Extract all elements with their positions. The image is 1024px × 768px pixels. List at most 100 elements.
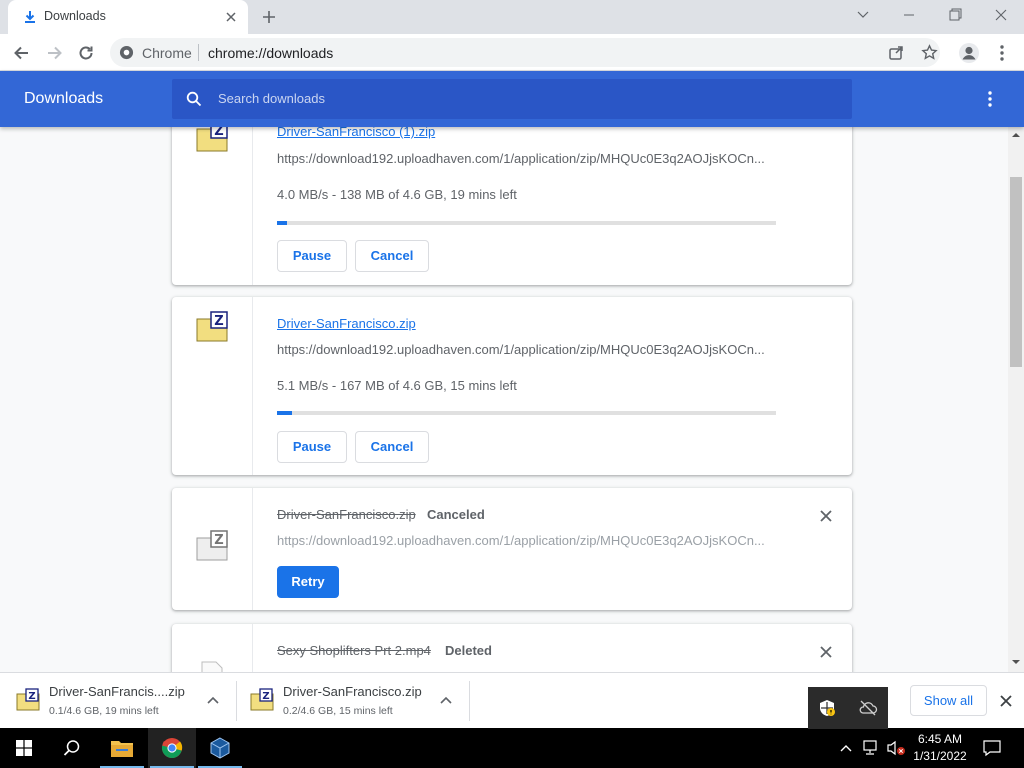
clock-time: 6:45 AM [917, 732, 963, 746]
progress-text: 5.1 MB/s - 167 MB of 4.6 GB, 15 mins lef… [277, 378, 517, 393]
chevron-up-icon[interactable] [206, 694, 220, 708]
download-item: Z Driver-SanFrancisco.zip https://downlo… [172, 297, 852, 475]
browser-toolbar: Chrome chrome://downloads [0, 34, 1024, 71]
notification-icon[interactable] [982, 739, 1002, 757]
folder-icon [111, 741, 133, 757]
file-name-link[interactable]: Driver-SanFrancisco.zip [277, 316, 416, 331]
pause-button[interactable]: Pause [277, 240, 347, 272]
remove-item-icon[interactable] [818, 644, 834, 660]
restore-icon[interactable] [940, 4, 970, 26]
shelf-file-status: 0.2/4.6 GB, 15 mins left [283, 705, 393, 717]
back-icon[interactable] [11, 42, 33, 64]
chrome-site-icon [119, 45, 134, 60]
cloud-offline-icon[interactable] [858, 699, 878, 717]
shelf-item[interactable]: Z Driver-SanFrancisco.zip 0.2/4.6 GB, 15… [234, 673, 468, 729]
profile-avatar-icon[interactable] [958, 42, 980, 64]
minimize-icon[interactable] [894, 4, 924, 26]
volume-muted-icon[interactable] [886, 740, 906, 756]
cancel-button[interactable]: Cancel [355, 240, 429, 272]
bookmark-star-icon[interactable] [921, 44, 938, 61]
tray-overflow-flyout [808, 687, 888, 729]
taskbar-clock[interactable]: 6:45 AM 1/31/2022 [910, 731, 970, 765]
file-name-link[interactable]: Driver-SanFrancisco (1).zip [277, 127, 435, 139]
svg-text:Z: Z [214, 127, 223, 139]
reload-icon[interactable] [75, 42, 97, 64]
virtualbox-taskbar-button[interactable] [196, 728, 244, 768]
address-bar[interactable]: Chrome chrome://downloads [110, 38, 940, 67]
search-placeholder: Search downloads [218, 91, 325, 106]
svg-text:Z: Z [214, 314, 223, 329]
file-explorer-taskbar-button[interactable] [98, 728, 146, 768]
zip-file-icon-inactive: Z [196, 530, 228, 561]
download-item: Z Driver-SanFrancisco (1).zip https://do… [172, 127, 852, 285]
status-label: Canceled [427, 507, 485, 522]
file-url[interactable]: https://download192.uploadhaven.com/1/ap… [277, 533, 765, 548]
tray-overflow-chevron-icon[interactable] [839, 742, 853, 754]
download-item-canceled: Z Driver-SanFrancisco.zip Canceled https… [172, 488, 852, 610]
close-shelf-icon[interactable] [998, 693, 1014, 709]
tab-downloads[interactable]: Downloads [8, 0, 248, 34]
svg-text:Z: Z [262, 691, 269, 702]
cube-app-icon [210, 737, 230, 759]
pause-button[interactable]: Pause [277, 431, 347, 463]
search-taskbar-button[interactable] [48, 728, 96, 768]
progress-bar [277, 221, 776, 225]
search-downloads-input[interactable]: Search downloads [172, 79, 852, 119]
shelf-file-name: Driver-SanFrancis....zip [49, 684, 185, 699]
windows-taskbar: 6:45 AM 1/31/2022 [0, 728, 1024, 768]
chevron-up-icon[interactable] [439, 694, 453, 708]
share-icon[interactable] [888, 44, 905, 61]
svg-text:Z: Z [214, 533, 223, 548]
progress-bar-fill [277, 221, 287, 225]
omnibox-separator [198, 44, 199, 61]
scroll-up-icon[interactable] [1012, 131, 1020, 139]
zip-file-icon: Z [196, 127, 228, 152]
page-scrollbar[interactable] [1008, 127, 1024, 672]
retry-button[interactable]: Retry [277, 566, 339, 598]
download-item-deleted: Sexy Shoplifters Prt 2.mp4 Deleted [172, 624, 852, 672]
tab-title: Downloads [44, 9, 106, 23]
clock-date: 1/31/2022 [913, 749, 967, 763]
progress-text: 4.0 MB/s - 138 MB of 4.6 GB, 19 mins lef… [277, 187, 517, 202]
zip-file-icon: Z [250, 688, 274, 711]
forward-icon[interactable] [43, 42, 65, 64]
file-name-link[interactable]: Driver-SanFrancisco.zip [277, 507, 416, 522]
search-icon [63, 740, 80, 756]
windows-logo-icon [16, 740, 32, 756]
page-title: Downloads [24, 90, 104, 107]
cancel-button[interactable]: Cancel [355, 431, 429, 463]
more-actions-icon[interactable] [980, 89, 1000, 109]
network-icon[interactable] [862, 740, 880, 756]
file-url[interactable]: https://download192.uploadhaven.com/1/ap… [277, 342, 765, 357]
downloads-list: Z Driver-SanFrancisco (1).zip https://do… [0, 127, 1024, 672]
shelf-file-status: 0.1/4.6 GB, 19 mins left [49, 705, 159, 717]
new-tab-icon[interactable] [259, 7, 279, 27]
shelf-file-name: Driver-SanFrancisco.zip [283, 684, 422, 699]
zip-file-icon: Z [196, 311, 228, 342]
scroll-down-icon[interactable] [1012, 658, 1020, 666]
status-label: Deleted [445, 643, 492, 658]
tab-strip: Downloads [0, 0, 1024, 34]
download-icon [25, 11, 35, 23]
chrome-taskbar-button[interactable] [148, 728, 196, 768]
security-shield-icon[interactable] [818, 699, 836, 717]
downloads-header: Downloads Search downloads [0, 71, 1024, 127]
close-tab-icon[interactable] [222, 8, 240, 26]
file-name-link[interactable]: Sexy Shoplifters Prt 2.mp4 [277, 643, 431, 658]
close-window-icon[interactable] [986, 4, 1016, 26]
file-url[interactable]: https://download192.uploadhaven.com/1/ap… [277, 151, 765, 166]
site-chip: Chrome [142, 45, 192, 61]
start-button[interactable] [0, 728, 48, 768]
shelf-item[interactable]: Z Driver-SanFrancis....zip 0.1/4.6 GB, 1… [0, 673, 234, 729]
progress-bar-fill [277, 411, 292, 415]
chrome-logo-icon [161, 738, 183, 759]
search-icon [186, 91, 202, 107]
progress-bar [277, 411, 776, 415]
url-text[interactable]: chrome://downloads [208, 45, 333, 61]
scrollbar-thumb[interactable] [1010, 177, 1022, 367]
show-all-button[interactable]: Show all [910, 685, 987, 716]
remove-item-icon[interactable] [818, 508, 834, 524]
svg-text:Z: Z [28, 691, 35, 702]
chrome-menu-icon[interactable] [992, 42, 1012, 64]
tab-search-icon[interactable] [848, 4, 878, 26]
